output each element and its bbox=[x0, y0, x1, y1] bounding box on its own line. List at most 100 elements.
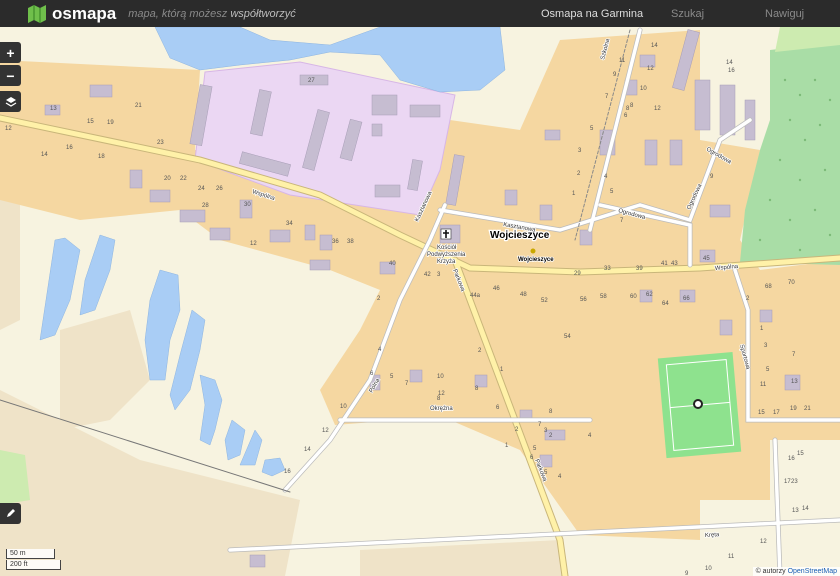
house-number: 10 bbox=[705, 566, 712, 572]
house-number: 14 bbox=[651, 43, 658, 49]
house-number: 52 bbox=[541, 298, 548, 304]
tagline: mapa, którą możesz współtworzyć bbox=[128, 8, 296, 20]
house-number: 10 bbox=[340, 404, 347, 410]
house-number: 22 bbox=[180, 176, 187, 182]
edit-button[interactable] bbox=[0, 503, 21, 524]
house-number: 24 bbox=[198, 186, 205, 192]
house-number: 14 bbox=[726, 60, 733, 66]
church-label-1: Kościół bbox=[437, 245, 457, 251]
house-number: 16 bbox=[728, 68, 735, 74]
house-number: 11 bbox=[760, 382, 767, 388]
house-number: 70 bbox=[788, 280, 795, 286]
house-number: 12 bbox=[647, 66, 654, 72]
house-number: 30 bbox=[244, 202, 251, 208]
street-label: Okrężna bbox=[430, 406, 453, 412]
house-number: 11 bbox=[728, 554, 735, 560]
zoom-out-button[interactable]: − bbox=[0, 65, 21, 86]
tagline-emphasis: współtworzyć bbox=[230, 8, 296, 20]
house-number: 40 bbox=[389, 261, 396, 267]
house-number: 28 bbox=[202, 203, 209, 209]
house-number: 23 bbox=[157, 140, 164, 146]
house-number: 15 bbox=[758, 410, 765, 416]
village-small-label: Wojcieszyce bbox=[518, 257, 554, 263]
house-number: 44a bbox=[470, 293, 481, 299]
house-number: 45 bbox=[703, 256, 710, 262]
village-label: Wojcieszyce bbox=[490, 230, 550, 241]
house-number: 14 bbox=[304, 447, 311, 453]
house-number: 12 bbox=[438, 391, 445, 397]
brand-name: osmapa bbox=[52, 4, 117, 23]
layers-button[interactable] bbox=[0, 91, 21, 112]
house-number: 14 bbox=[41, 152, 48, 158]
house-number: 17 bbox=[784, 479, 791, 485]
house-number: 42 bbox=[424, 272, 431, 278]
church-icon bbox=[440, 228, 452, 240]
house-number: 39 bbox=[636, 266, 643, 272]
house-number: 11 bbox=[619, 58, 626, 64]
house-number: 16 bbox=[788, 456, 795, 462]
house-number: 20 bbox=[164, 176, 171, 182]
house-number: 15 bbox=[87, 119, 94, 125]
house-number: 48 bbox=[520, 292, 527, 298]
house-number: 38 bbox=[347, 239, 354, 245]
tagline-prefix: mapa, którą możesz bbox=[128, 8, 231, 20]
house-number: 68 bbox=[765, 284, 772, 290]
house-number: 13 bbox=[791, 379, 798, 385]
house-number: 12 bbox=[654, 106, 661, 112]
house-number: 29 bbox=[574, 271, 581, 277]
layers-icon bbox=[5, 96, 16, 107]
house-number: 46 bbox=[493, 286, 500, 292]
nav-garmin[interactable]: Osmapa na Garmina bbox=[541, 8, 643, 20]
attribution-prefix: © autorzy bbox=[755, 568, 788, 575]
church-label-3: Krzyża bbox=[437, 259, 456, 265]
street-label: Kręta bbox=[705, 532, 720, 539]
house-number: 54 bbox=[564, 334, 571, 340]
house-number: 62 bbox=[646, 292, 653, 298]
attribution: © autorzy OpenStreetMap bbox=[752, 567, 840, 576]
top-bar: osmapa mapa, którą możesz współtworzyć O… bbox=[0, 0, 840, 27]
house-number: 34 bbox=[286, 221, 293, 227]
house-number: 60 bbox=[630, 294, 637, 300]
house-number: 13 bbox=[50, 106, 57, 112]
nav-navigate[interactable]: Nawiguj bbox=[765, 8, 804, 20]
house-number: 36 bbox=[332, 239, 339, 245]
house-number: 26 bbox=[216, 186, 223, 192]
house-number: 12 bbox=[322, 428, 329, 434]
house-number: 21 bbox=[804, 406, 811, 412]
house-number: 66 bbox=[683, 296, 690, 302]
house-number: 21 bbox=[135, 103, 142, 109]
osm-link[interactable]: OpenStreetMap bbox=[788, 568, 837, 575]
house-number: 64 bbox=[662, 301, 669, 307]
church-label-2: Podwyższenia bbox=[427, 252, 466, 258]
scale-metric: 50 m bbox=[6, 549, 55, 559]
house-number: 33 bbox=[604, 266, 611, 272]
house-number: 16 bbox=[284, 469, 291, 475]
house-number: 10 bbox=[437, 374, 444, 380]
house-number: 17 bbox=[773, 410, 780, 416]
pencil-icon bbox=[7, 509, 15, 517]
house-number: 27 bbox=[308, 78, 315, 84]
house-number: 16 bbox=[66, 145, 73, 151]
house-number: 12 bbox=[760, 539, 767, 545]
school-icon bbox=[530, 248, 536, 254]
house-number: 41 bbox=[661, 261, 668, 267]
zoom-in-button[interactable]: + bbox=[0, 42, 21, 63]
house-number: 23 bbox=[791, 479, 798, 485]
house-number: 10 bbox=[640, 86, 647, 92]
nav-search[interactable]: Szukaj bbox=[671, 8, 704, 20]
osmapa-logo-icon bbox=[28, 5, 46, 23]
house-number: 19 bbox=[107, 120, 114, 126]
map-canvas[interactable]: Wojcieszyce Wojcieszyce Kościół Podwyższ… bbox=[0, 27, 840, 576]
house-number: 15 bbox=[797, 451, 804, 457]
house-number: 13 bbox=[792, 508, 799, 514]
house-number: 12 bbox=[5, 126, 12, 132]
house-number: 18 bbox=[98, 154, 105, 160]
brand[interactable]: osmapa mapa, którą możesz współtworzyć bbox=[28, 4, 296, 24]
scale-imperial: 200 ft bbox=[6, 560, 61, 570]
football-pitch bbox=[657, 351, 742, 459]
house-number: 43 bbox=[671, 261, 678, 267]
house-number: 56 bbox=[580, 297, 587, 303]
house-number: 14 bbox=[802, 506, 809, 512]
house-number: 19 bbox=[790, 406, 797, 412]
house-number: 58 bbox=[600, 294, 607, 300]
